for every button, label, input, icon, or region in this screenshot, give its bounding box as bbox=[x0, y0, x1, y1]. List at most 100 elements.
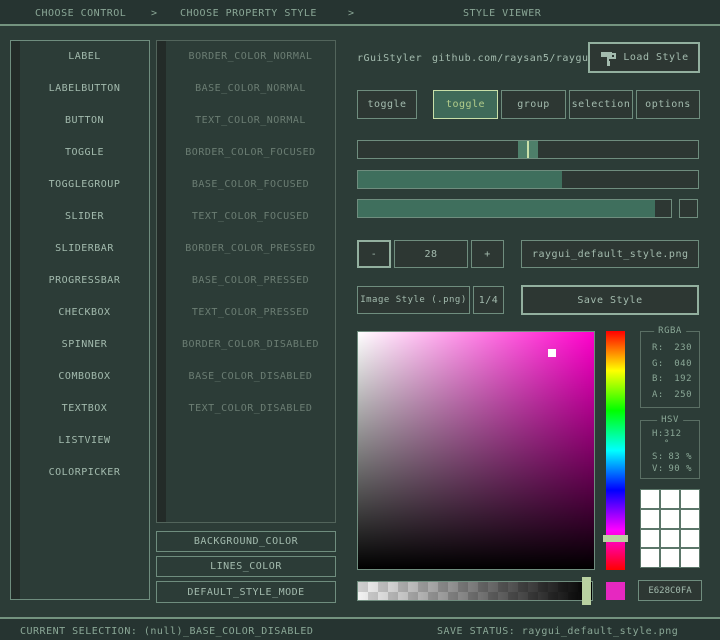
app-title: rGuiStyler bbox=[357, 53, 422, 64]
color-value-label: S: bbox=[652, 452, 664, 462]
toggle-single[interactable]: toggle bbox=[357, 90, 417, 119]
save-style-button[interactable]: Save Style bbox=[521, 285, 699, 315]
list-item[interactable]: COLORPICKER bbox=[20, 457, 149, 489]
toggle-group-item-group[interactable]: group bbox=[501, 90, 566, 119]
rgba-group-box: RGBA R:230G:040B:192A:250 bbox=[640, 331, 700, 408]
list-item[interactable]: BASE_COLOR_NORMAL bbox=[166, 73, 335, 105]
saved-swatch-cell[interactable] bbox=[641, 510, 659, 528]
color-value-row: V:90 % bbox=[641, 464, 699, 474]
list-item[interactable]: BORDER_COLOR_DISABLED bbox=[166, 329, 335, 361]
lines-color-button[interactable]: LINES_COLOR bbox=[156, 556, 336, 577]
list-item[interactable]: LISTVIEW bbox=[20, 425, 149, 457]
list-item[interactable]: TOGGLEGROUP bbox=[20, 169, 149, 201]
list-item[interactable]: SLIDERBAR bbox=[20, 233, 149, 265]
saved-swatch-cell[interactable] bbox=[661, 490, 679, 508]
saved-swatch-cell[interactable] bbox=[681, 530, 699, 548]
color-value-row: S: 83 % bbox=[641, 452, 699, 462]
color-value-label: R: bbox=[652, 343, 664, 353]
demo-checkbox[interactable] bbox=[679, 199, 698, 218]
list-item[interactable]: PROGRESSBAR bbox=[20, 265, 149, 297]
color-value-number: 312 ° bbox=[664, 429, 692, 449]
hex-value-textbox[interactable]: E628C0FA bbox=[638, 580, 702, 601]
list-item[interactable]: SPINNER bbox=[20, 329, 149, 361]
paint-roller-icon bbox=[599, 50, 617, 66]
slider-handle[interactable] bbox=[518, 141, 538, 158]
properties-list-scrollbar[interactable] bbox=[157, 41, 166, 522]
spinner-increment-button[interactable]: + bbox=[471, 240, 504, 268]
zoom-ratio-box[interactable]: 1/4 bbox=[473, 286, 504, 314]
controls-list-items: LABELLABELBUTTONBUTTONTOGGLETOGGLEGROUPS… bbox=[20, 41, 149, 489]
list-item[interactable]: TEXT_COLOR_FOCUSED bbox=[166, 201, 335, 233]
rgba-group-title: RGBA bbox=[654, 326, 686, 336]
list-item[interactable]: TEXT_COLOR_NORMAL bbox=[166, 105, 335, 137]
demo-slider[interactable] bbox=[357, 140, 699, 159]
sliderbar-fill bbox=[358, 171, 562, 188]
list-item[interactable]: SLIDER bbox=[20, 201, 149, 233]
list-item[interactable]: BORDER_COLOR_PRESSED bbox=[166, 233, 335, 265]
color-value-number: 90 % bbox=[668, 464, 692, 474]
alpha-bar-handle[interactable] bbox=[582, 577, 591, 605]
color-value-number: 230 bbox=[674, 343, 692, 353]
list-item[interactable]: LABEL bbox=[20, 41, 149, 73]
spinner-decrement-button[interactable]: - bbox=[357, 240, 391, 268]
list-item[interactable]: LABELBUTTON bbox=[20, 73, 149, 105]
color-value-label: B: bbox=[652, 374, 664, 384]
list-item[interactable]: TEXT_COLOR_PRESSED bbox=[166, 297, 335, 329]
toggle-group-item-options[interactable]: options bbox=[636, 90, 700, 119]
spinner-value-box[interactable]: 28 bbox=[394, 240, 468, 268]
spinner-value: 28 bbox=[424, 249, 437, 260]
current-color-swatch bbox=[606, 582, 625, 600]
breadcrumb-step-choose-control: CHOOSE CONTROL bbox=[35, 8, 126, 19]
load-style-button[interactable]: Load Style bbox=[588, 42, 700, 73]
color-value-label: A: bbox=[652, 390, 664, 400]
list-item[interactable]: TOGGLE bbox=[20, 137, 149, 169]
default-style-mode-button[interactable]: DEFAULT_STYLE_MODE bbox=[156, 581, 336, 603]
color-value-number: 83 % bbox=[668, 452, 692, 462]
image-style-button-label: Image Style (.png) bbox=[360, 295, 467, 305]
toggle-group-item-toggle[interactable]: toggle bbox=[433, 90, 498, 119]
saved-swatch-cell[interactable] bbox=[661, 510, 679, 528]
color-picker-panel[interactable] bbox=[357, 331, 595, 570]
chevron-right-icon: > bbox=[151, 8, 158, 19]
saved-swatches-grid bbox=[640, 489, 700, 568]
saved-swatch-cell[interactable] bbox=[661, 549, 679, 567]
hue-bar[interactable] bbox=[606, 331, 625, 570]
saved-swatch-cell[interactable] bbox=[681, 490, 699, 508]
saved-swatch-cell[interactable] bbox=[641, 530, 659, 548]
list-item[interactable]: CHECKBOX bbox=[20, 297, 149, 329]
demo-progressbar bbox=[357, 199, 672, 218]
repo-link[interactable]: github.com/raysan5/raygui bbox=[432, 53, 595, 64]
color-value-label: G: bbox=[652, 359, 664, 369]
saved-swatch-cell[interactable] bbox=[681, 549, 699, 567]
hsv-group-title: HSV bbox=[657, 415, 683, 425]
toggle-group-item-selection[interactable]: selection bbox=[569, 90, 633, 119]
background-color-button-label: BACKGROUND_COLOR bbox=[194, 536, 298, 547]
filename-textbox[interactable]: raygui_default_style.png bbox=[521, 240, 699, 268]
list-item[interactable]: TEXTBOX bbox=[20, 393, 149, 425]
image-style-button[interactable]: Image Style (.png) bbox=[357, 286, 470, 314]
saved-swatch-cell[interactable] bbox=[641, 490, 659, 508]
slider-handle-notch bbox=[527, 141, 529, 158]
color-value-row: G:040 bbox=[641, 359, 699, 369]
color-picker-cursor[interactable] bbox=[548, 349, 556, 357]
background-color-button[interactable]: BACKGROUND_COLOR bbox=[156, 531, 336, 552]
list-item[interactable]: BORDER_COLOR_FOCUSED bbox=[166, 137, 335, 169]
saved-swatch-cell[interactable] bbox=[641, 549, 659, 567]
list-item[interactable]: BASE_COLOR_DISABLED bbox=[166, 361, 335, 393]
demo-sliderbar[interactable] bbox=[357, 170, 699, 189]
alpha-bar[interactable] bbox=[357, 581, 593, 601]
saved-swatch-cell[interactable] bbox=[661, 530, 679, 548]
color-value-row: A:250 bbox=[641, 390, 699, 400]
save-status: SAVE STATUS: raygui_default_style.png bbox=[437, 626, 678, 637]
list-item[interactable]: BUTTON bbox=[20, 105, 149, 137]
list-item[interactable]: TEXT_COLOR_DISABLED bbox=[166, 393, 335, 425]
hue-bar-handle[interactable] bbox=[603, 535, 628, 542]
lines-color-button-label: LINES_COLOR bbox=[210, 561, 282, 572]
status-bar: CURRENT SELECTION: (null)_BASE_COLOR_DIS… bbox=[0, 617, 720, 640]
list-item[interactable]: COMBOBOX bbox=[20, 361, 149, 393]
list-item[interactable]: BORDER_COLOR_NORMAL bbox=[166, 41, 335, 73]
saved-swatch-cell[interactable] bbox=[681, 510, 699, 528]
list-item[interactable]: BASE_COLOR_PRESSED bbox=[166, 265, 335, 297]
list-item[interactable]: BASE_COLOR_FOCUSED bbox=[166, 169, 335, 201]
controls-list-scrollbar[interactable] bbox=[11, 41, 20, 599]
